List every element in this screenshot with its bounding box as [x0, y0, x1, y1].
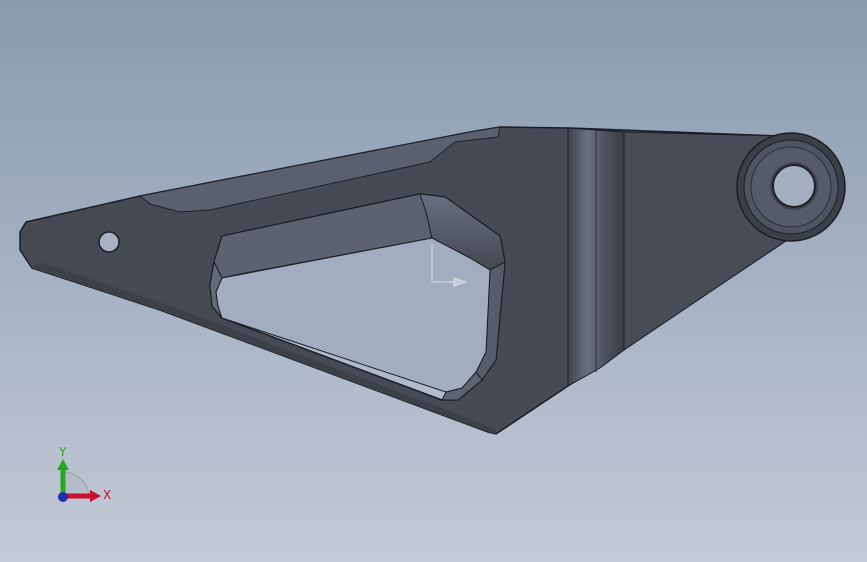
- orientation-triad[interactable]: Y X: [0, 0, 867, 562]
- triad-plane-arc: [62, 471, 90, 497]
- x-axis-label: X: [103, 488, 111, 502]
- z-axis-dot: [58, 492, 68, 502]
- graphics-viewport[interactable]: Y X: [0, 0, 867, 562]
- y-axis-label: Y: [58, 445, 67, 459]
